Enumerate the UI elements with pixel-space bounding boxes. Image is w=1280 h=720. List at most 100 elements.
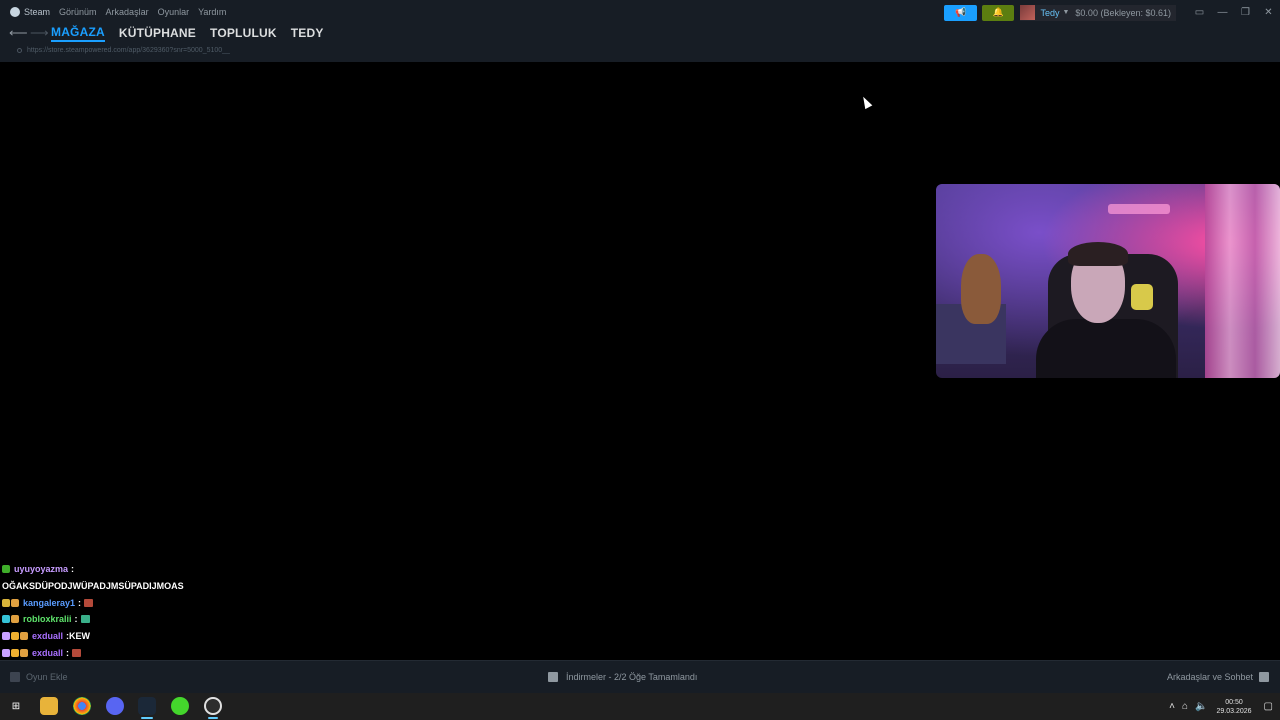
obs-icon[interactable] bbox=[204, 697, 222, 715]
friends-label: Arkadaşlar ve Sohbet bbox=[1166, 672, 1253, 682]
tab-library[interactable]: KÜTÜPHANE bbox=[119, 26, 196, 40]
announcements-button[interactable]: 📢 bbox=[944, 4, 978, 21]
streamer-body bbox=[1036, 319, 1176, 378]
header-right-controls: 📢 🔔 Tedy ▼ $0.00 (Bekleyen: $0.61) ▭ — ❐… bbox=[944, 4, 1280, 21]
chat-message: uyuyoyazma: bbox=[2, 561, 302, 578]
friends-icon bbox=[1259, 672, 1269, 682]
url-bar: https://store.steampowered.com/app/36293… bbox=[17, 47, 230, 54]
volume-icon[interactable]: 🔈 bbox=[1195, 701, 1207, 712]
badge-icon bbox=[11, 615, 19, 624]
chat-message: robloxkralii: bbox=[2, 611, 302, 628]
teddy-bear bbox=[961, 254, 1001, 324]
back-arrow-icon[interactable]: ⟵ bbox=[9, 25, 30, 41]
tab-store[interactable]: MAĞAZA bbox=[51, 25, 105, 42]
minimize-icon[interactable]: — bbox=[1211, 7, 1234, 18]
chat-badges bbox=[2, 648, 29, 657]
badge-icon bbox=[2, 632, 10, 641]
chat-username: exduall bbox=[32, 647, 64, 658]
menu-bar: Steam Görünüm Arkadaşlar Oyunlar Yardım bbox=[0, 0, 235, 24]
discord-icon[interactable] bbox=[106, 697, 124, 715]
account-name: Tedy bbox=[1040, 7, 1060, 18]
url-text[interactable]: https://store.steampowered.com/app/36293… bbox=[27, 47, 230, 54]
emote-icon bbox=[80, 615, 90, 624]
forward-arrow-icon[interactable]: ⟶ bbox=[30, 25, 51, 41]
downloads-button[interactable]: İndirmeler - 2/2 Öğe Tamamlandı bbox=[548, 672, 697, 682]
steam-header: Steam Görünüm Arkadaşlar Oyunlar Yardım … bbox=[0, 0, 1280, 62]
maximize-icon[interactable]: ❐ bbox=[1234, 7, 1257, 18]
menu-games[interactable]: Oyunlar bbox=[158, 7, 190, 17]
clock[interactable]: 00:50 29.03.2026 bbox=[1217, 698, 1252, 716]
menu-view[interactable]: Görünüm bbox=[59, 7, 97, 17]
avatar bbox=[1020, 5, 1036, 20]
megaphone-icon: 📢 bbox=[955, 7, 967, 17]
chat-message: OĞAKSDÜPODJWÜPADJMSÜPADIJMOAS bbox=[2, 578, 302, 595]
notifications-button[interactable]: 🔔 bbox=[982, 4, 1015, 21]
chat-username: uyuyoyazma bbox=[14, 564, 69, 575]
chat-badges bbox=[2, 598, 20, 607]
badge-icon bbox=[11, 632, 19, 641]
downloads-label: İndirmeler - 2/2 Öğe Tamamlandı bbox=[566, 672, 698, 682]
chat-separator: : bbox=[78, 597, 82, 608]
chat-message: exduall: bbox=[2, 644, 302, 661]
chat-message: exduall: KEW bbox=[2, 628, 302, 645]
steam-icon[interactable] bbox=[138, 697, 156, 715]
curtain bbox=[1205, 184, 1280, 378]
window-controls: ▭ — ❐ ✕ bbox=[1188, 7, 1280, 18]
steam-logo-icon bbox=[10, 7, 20, 17]
emote-icon bbox=[72, 648, 82, 657]
loading-spinner-icon bbox=[17, 48, 22, 53]
webcam-overlay bbox=[936, 184, 1280, 378]
chat-separator: : bbox=[74, 614, 78, 625]
chair-accent bbox=[1131, 284, 1153, 310]
tab-community[interactable]: TOPLULUK bbox=[210, 26, 277, 40]
chat-badges bbox=[2, 565, 11, 574]
file-explorer-icon[interactable] bbox=[40, 697, 58, 715]
steam-footer: Oyun Ekle İndirmeler - 2/2 Öğe Tamamland… bbox=[0, 660, 1280, 693]
add-game-label: Oyun Ekle bbox=[26, 672, 68, 682]
badge-icon bbox=[11, 648, 19, 657]
badge-icon bbox=[2, 615, 10, 624]
download-icon bbox=[548, 672, 558, 682]
badge-icon bbox=[11, 598, 19, 607]
chat-username: exduall bbox=[32, 631, 64, 642]
chevron-up-icon[interactable]: ˄ bbox=[1169, 701, 1175, 712]
chat-badges bbox=[2, 615, 20, 624]
friends-chat-button[interactable]: Arkadaşlar ve Sohbet bbox=[1167, 672, 1269, 682]
chat-username: kangaleray1 bbox=[23, 597, 76, 608]
add-game-button[interactable]: Oyun Ekle bbox=[10, 672, 68, 682]
account-menu[interactable]: Tedy ▼ $0.00 (Bekleyen: $0.61) bbox=[1020, 4, 1176, 21]
chat-message: kangaleray1: bbox=[2, 594, 302, 611]
system-tray: ˄ ⌂ 🔈 00:50 29.03.2026 ▢ bbox=[1169, 693, 1280, 720]
menu-help[interactable]: Yardım bbox=[198, 7, 226, 17]
main-nav: ⟵ ⟶ MAĞAZA KÜTÜPHANE TOPLULUK TEDY bbox=[0, 24, 338, 42]
emote-icon bbox=[84, 598, 94, 607]
led-light bbox=[1108, 204, 1170, 214]
badge-icon bbox=[2, 565, 10, 574]
bell-icon: 🔔 bbox=[992, 7, 1005, 17]
badge-icon bbox=[20, 648, 28, 657]
chat-separator: : bbox=[71, 564, 75, 575]
badge-icon bbox=[2, 648, 10, 657]
clock-time: 00:50 bbox=[1225, 698, 1243, 706]
badge-icon bbox=[20, 632, 28, 641]
close-icon[interactable]: ✕ bbox=[1257, 7, 1280, 18]
streamer-hair bbox=[1068, 242, 1128, 266]
windows-taskbar: ⊞ ˄ ⌂ 🔈 00:50 29.03.2026 ▢ bbox=[0, 693, 1280, 720]
chat-badges bbox=[2, 632, 29, 641]
menu-friends[interactable]: Arkadaşlar bbox=[106, 7, 149, 17]
menu-steam[interactable]: Steam bbox=[24, 7, 50, 17]
razer-icon[interactable] bbox=[171, 697, 189, 715]
tab-profile[interactable]: TEDY bbox=[291, 26, 324, 40]
plus-icon bbox=[10, 672, 20, 682]
wallet-balance: $0.00 (Bekleyen: $0.61) bbox=[1075, 7, 1171, 18]
chat-text: OĞAKSDÜPODJWÜPADJMSÜPADIJMOAS bbox=[2, 581, 184, 592]
notification-center-icon[interactable]: ▢ bbox=[1264, 701, 1273, 712]
badge-icon bbox=[2, 598, 10, 607]
chat-separator: : bbox=[66, 647, 70, 658]
active-app-indicator bbox=[141, 717, 153, 719]
chrome-icon[interactable] bbox=[73, 697, 91, 715]
windows-start-icon[interactable]: ⊞ bbox=[7, 697, 25, 715]
clock-date: 29.03.2026 bbox=[1216, 707, 1252, 715]
network-icon[interactable]: ⌂ bbox=[1182, 701, 1188, 712]
big-picture-icon[interactable]: ▭ bbox=[1188, 7, 1211, 18]
